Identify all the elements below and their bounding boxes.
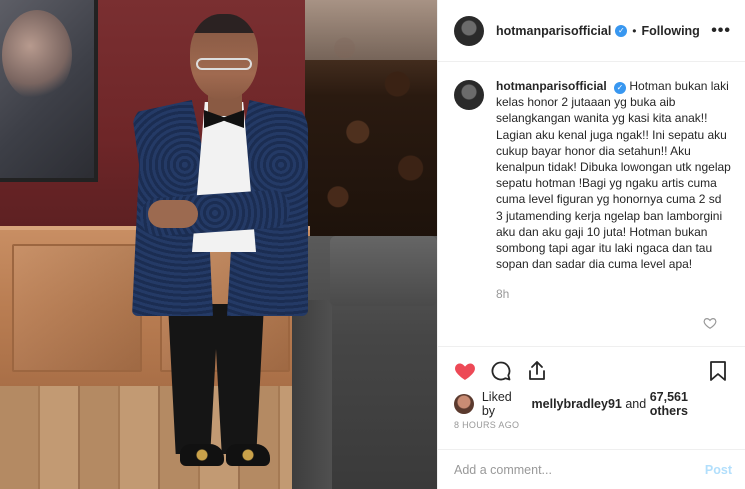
caption-username[interactable]: hotmanparisofficial xyxy=(496,79,607,93)
comment-icon[interactable] xyxy=(488,358,514,384)
photo-person xyxy=(118,14,308,484)
caption-block: hotmanparisofficial ✓ Hotman bukan laki … xyxy=(438,62,745,346)
more-options-icon[interactable]: ••• xyxy=(711,22,731,40)
bookmark-icon[interactable] xyxy=(705,358,731,384)
caption-verified-badge-icon: ✓ xyxy=(614,82,627,95)
first-liker-link[interactable]: mellybradley91 xyxy=(532,397,622,411)
heart-icon[interactable] xyxy=(452,358,478,384)
heart-outline-icon[interactable] xyxy=(703,316,717,330)
caption-text: Hotman bukan laki kelas honor 2 jutaaan … xyxy=(496,79,731,272)
following-button[interactable]: Following xyxy=(642,24,700,38)
caption-avatar[interactable] xyxy=(454,80,484,110)
comment-bar: Post xyxy=(438,449,745,489)
likes-summary: Liked by mellybradley91 and 67,561 other… xyxy=(438,390,745,418)
post-header: hotmanparisofficial ✓ • Following ••• xyxy=(438,0,745,62)
caption-timestamp[interactable]: 8h xyxy=(496,286,731,302)
avatar[interactable] xyxy=(454,15,484,46)
verified-badge-icon: ✓ xyxy=(615,24,628,37)
post-comment-button[interactable]: Post xyxy=(705,463,732,477)
liker-avatar[interactable] xyxy=(454,394,474,414)
photo-coffee-highlight xyxy=(305,0,437,60)
likes-connector: and xyxy=(625,397,647,411)
share-icon[interactable] xyxy=(524,358,550,384)
header-username[interactable]: hotmanparisofficial xyxy=(496,24,611,38)
separator-dot: • xyxy=(632,23,637,38)
photo-sofa-back xyxy=(330,236,437,306)
photo-wall-frame xyxy=(0,0,98,182)
action-bar xyxy=(438,346,745,394)
post-photo[interactable] xyxy=(0,0,437,489)
post-side-panel: hotmanparisofficial ✓ • Following ••• ho… xyxy=(437,0,745,489)
others-likes-link[interactable]: 67,561 others xyxy=(650,390,729,418)
comment-input[interactable] xyxy=(454,462,705,477)
likes-prefix: Liked by xyxy=(481,390,512,418)
